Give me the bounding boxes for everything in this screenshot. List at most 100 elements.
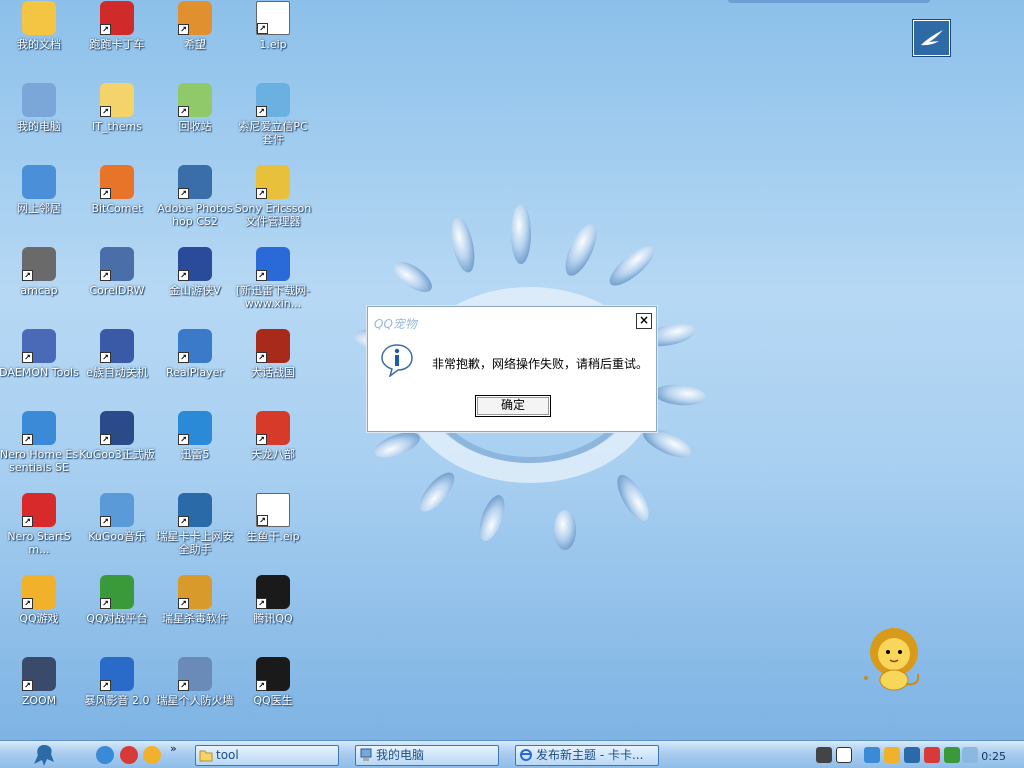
- shortcut-arrow-icon: ↗: [256, 680, 267, 691]
- desktop-icon[interactable]: ↗ 腾讯QQ: [234, 574, 312, 654]
- sony-pc-suite-icon: ↗: [256, 83, 290, 117]
- desktop-icon[interactable]: ↗ QQ对战平台: [78, 574, 156, 654]
- desktop-icon[interactable]: ↗ Sony Ericsson 文件管理器: [234, 164, 312, 244]
- shortcut-arrow-icon: ↗: [178, 24, 189, 35]
- shortcut-arrow-icon: ↗: [256, 106, 267, 117]
- desktop-icon-label: IT_thems: [92, 120, 142, 133]
- desktop-icon[interactable]: ↗ 大话战国: [234, 328, 312, 408]
- task-button-my-computer[interactable]: 我的电脑: [355, 745, 499, 766]
- desktop-icon-label: 腾讯QQ: [253, 612, 293, 625]
- nero-icon: ↗: [22, 493, 56, 527]
- quicklaunch-more-button[interactable]: »: [170, 742, 177, 755]
- swallow-widget-icon[interactable]: [913, 20, 950, 56]
- desktop-icon[interactable]: ↗ 迅雷5: [156, 410, 234, 490]
- eip-file-icon: ↗: [256, 1, 290, 35]
- tray-umbrella-icon[interactable]: [944, 747, 960, 763]
- info-icon: [381, 344, 413, 377]
- computer-icon: [22, 83, 56, 117]
- desktop-icon[interactable]: ↗ amcap: [0, 246, 78, 326]
- tray-volume-icon[interactable]: [962, 747, 978, 763]
- recycle-bin-icon: ↗: [178, 83, 212, 117]
- qq-pet-lion-icon[interactable]: [860, 626, 928, 692]
- desktop-icon[interactable]: ↗ 索尼爱立信PC套件: [234, 82, 312, 162]
- binoculars-icon: ↗: [22, 657, 56, 691]
- qq-start-icon[interactable]: [30, 742, 58, 768]
- desktop-icon[interactable]: ↗ RealPlayer: [156, 328, 234, 408]
- desktop-icon[interactable]: ↗ DAEMON Tools: [0, 328, 79, 408]
- keyboard-icon[interactable]: [816, 747, 832, 763]
- desktop-icon-label: 瑞星个人防火墙: [156, 694, 234, 707]
- desktop-icon[interactable]: ↗ QQ医生: [234, 656, 312, 736]
- desktop-icon[interactable]: ↗ Nero StartSm...: [0, 492, 78, 572]
- tray-shield-icon[interactable]: [904, 747, 920, 763]
- system-tray: 0:25: [812, 744, 1024, 766]
- shortcut-arrow-icon: ↗: [178, 352, 189, 363]
- shortcut-arrow-icon: ↗: [100, 598, 111, 609]
- shortcut-arrow-icon: ↗: [256, 434, 267, 445]
- desktop-icon-label: 跑跑卡丁车: [89, 38, 145, 51]
- task-button-forum-post[interactable]: 发布新主题 - 卡卡...: [515, 745, 659, 766]
- shortcut-arrow-icon: ↗: [100, 352, 111, 363]
- desktop-icon-label: KuGoo3正式版: [79, 448, 155, 461]
- ie-icon: [520, 749, 532, 761]
- desktop-icon-label: QQ对战平台: [86, 612, 148, 625]
- desktop-icon[interactable]: ↗ 天龙八部: [234, 410, 312, 490]
- shortcut-arrow-icon: ↗: [178, 270, 189, 281]
- network-icon: [22, 165, 56, 199]
- tray-pet-icon[interactable]: [884, 747, 900, 763]
- desktop-icon[interactable]: ↗ 跑跑卡丁车: [78, 0, 156, 80]
- desktop-icon[interactable]: ↗ [新迅雷下载网-www.xin...: [234, 246, 312, 326]
- desktop-icon[interactable]: ↗ Adobe Photoshop CS2: [156, 164, 234, 244]
- desktop-icon[interactable]: ↗ 暴风影音 2.0: [78, 656, 156, 736]
- help-icon[interactable]: [836, 747, 852, 763]
- desktop-icon[interactable]: ↗ IT_thems: [78, 82, 156, 162]
- task-label: 我的电脑: [376, 748, 425, 762]
- qq-game-icon: ↗: [22, 575, 56, 609]
- shortcut-arrow-icon: ↗: [22, 516, 33, 527]
- tray-qq-icon[interactable]: [864, 747, 880, 763]
- desktop-icon-label: amcap: [20, 284, 58, 297]
- desktop-icon-label: Adobe Photoshop CS2: [157, 202, 233, 228]
- task-label: 发布新主题 - 卡卡...: [536, 748, 644, 762]
- desktop-icon-label: 天龙八部: [251, 448, 295, 461]
- dialog-message: 非常抱歉，网络操作失败，请稍后重试。: [432, 357, 649, 371]
- realplayer-icon: ↗: [178, 329, 212, 363]
- close-button[interactable]: ×: [636, 313, 652, 329]
- desktop-icon[interactable]: ↗ Nero Home Essentials SE: [0, 410, 78, 490]
- desktop-icon[interactable]: ↗ KuGoo3正式版: [78, 410, 156, 490]
- desktop-icon[interactable]: ↗ 瑞星卡卡上网安全助手: [156, 492, 234, 572]
- desktop-icon[interactable]: ↗ 回收站: [156, 82, 234, 162]
- desktop-icon[interactable]: ↗ 生鱼干.eip: [234, 492, 312, 572]
- kingsoft-icon: ↗: [178, 247, 212, 281]
- computer-icon: [360, 748, 372, 761]
- shortcut-arrow-icon: ↗: [22, 352, 33, 363]
- desktop-icon-label: RealPlayer: [166, 366, 224, 379]
- desktop-icon[interactable]: 我的文档: [0, 0, 78, 80]
- qq-penguin-icon: ↗: [256, 575, 290, 609]
- desktop-icon[interactable]: ↗ ZOOM: [0, 656, 78, 736]
- desktop-icon[interactable]: ↗ 1.eip: [234, 0, 312, 80]
- task-button-tool[interactable]: tool: [195, 745, 339, 766]
- desktop-icon[interactable]: ↗ 金山游侠V: [156, 246, 234, 326]
- ok-button[interactable]: 确定: [475, 395, 551, 417]
- desktop-icon[interactable]: ↗ BitComet: [78, 164, 156, 244]
- desktop-icon[interactable]: 我的电脑: [0, 82, 78, 162]
- desktop-icon[interactable]: ↗ CorelDRW: [78, 246, 156, 326]
- tianlong-game-icon: ↗: [256, 411, 290, 445]
- desktop-icon[interactable]: ↗ 希望: [156, 0, 234, 80]
- desktop-icon[interactable]: 网上邻居: [0, 164, 78, 244]
- ql-qq-icon[interactable]: [143, 746, 161, 764]
- desktop-icon[interactable]: ↗ KuGoo音乐: [78, 492, 156, 572]
- desktop-icon[interactable]: ↗ 瑞星杀毒软件: [156, 574, 234, 654]
- ql-network-icon[interactable]: [96, 746, 114, 764]
- ql-nero-icon[interactable]: [120, 746, 138, 764]
- desktop-icon[interactable]: ↗ QQ游戏: [0, 574, 78, 654]
- desktop-icon[interactable]: ↗ 瑞星个人防火墙: [156, 656, 234, 736]
- desktop-icon-label: BitComet: [91, 202, 143, 215]
- realplayer-one-icon: ↗: [256, 247, 290, 281]
- shortcut-arrow-icon: ↗: [22, 434, 33, 445]
- tray-rising-icon[interactable]: [924, 747, 940, 763]
- shortcut-arrow-icon: ↗: [100, 106, 111, 117]
- desktop-icon[interactable]: ↗ e族自动关机: [78, 328, 156, 408]
- eip-file-icon: ↗: [256, 493, 290, 527]
